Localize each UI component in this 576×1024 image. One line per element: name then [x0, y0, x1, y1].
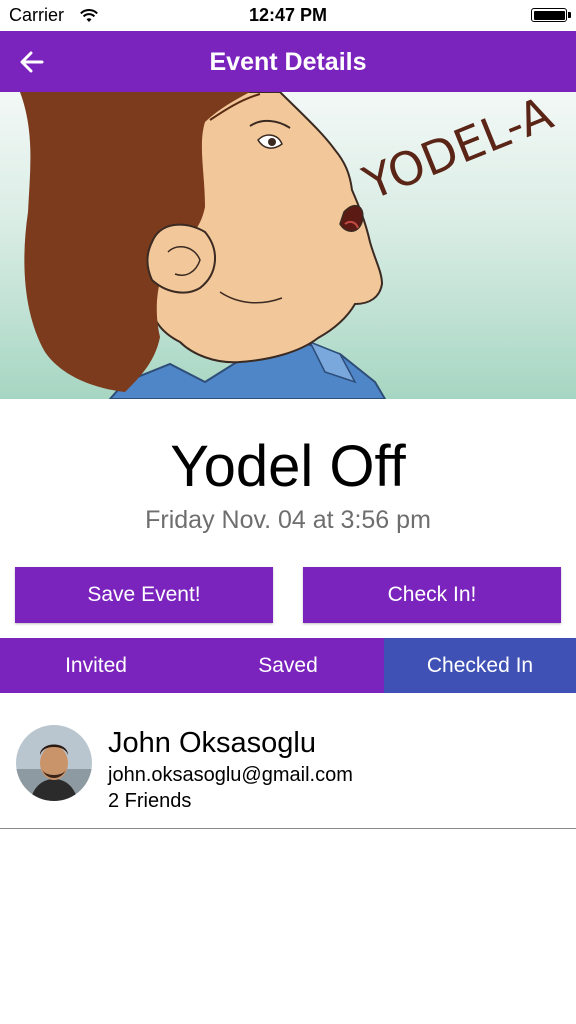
event-details-screen: Carrier 12:47 PM Event Details YODEL-A Y…: [0, 0, 576, 1024]
save-event-button[interactable]: Save Event!: [15, 567, 273, 623]
attendee-row[interactable]: John Oksasoglu john.oksasoglu@gmail.com …: [0, 693, 576, 829]
event-date: Friday Nov. 04 at 3:56 pm: [145, 506, 431, 534]
attendee-email: john.oksasoglu@gmail.com: [108, 764, 353, 786]
status-bar: Carrier 12:47 PM: [0, 0, 576, 31]
nav-bar: Event Details: [0, 31, 576, 92]
battery-icon: [531, 8, 571, 22]
attendee-tabs: Invited Saved Checked In: [0, 638, 576, 693]
attendee-name: John Oksasoglu: [108, 727, 316, 759]
avatar: [16, 725, 92, 801]
tab-saved[interactable]: Saved: [192, 638, 384, 693]
tab-invited[interactable]: Invited: [0, 638, 192, 693]
page-title: Event Details: [209, 48, 367, 76]
check-in-button[interactable]: Check In!: [303, 567, 561, 623]
event-image: YODEL-A: [0, 92, 576, 399]
attendee-friends: 2 Friends: [108, 790, 192, 812]
tab-checked-in[interactable]: Checked In: [384, 638, 576, 693]
status-time: 12:47 PM: [248, 5, 328, 25]
event-title: Yodel Off: [170, 434, 406, 499]
